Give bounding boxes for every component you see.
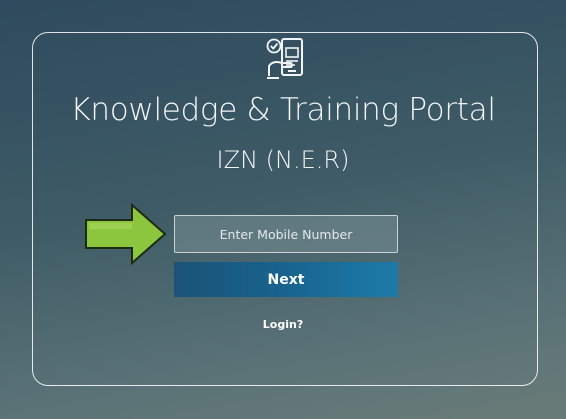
login-link[interactable]: Login? xyxy=(0,318,566,331)
portal-title: Knowledge & Training Portal xyxy=(70,92,496,128)
portal-subtitle: IZN (N.E.R) xyxy=(216,146,350,174)
green-arrow-icon xyxy=(85,202,167,266)
next-button[interactable]: Next xyxy=(174,262,398,297)
mobile-verified-icon xyxy=(266,38,303,79)
mobile-number-input[interactable] xyxy=(174,215,398,253)
